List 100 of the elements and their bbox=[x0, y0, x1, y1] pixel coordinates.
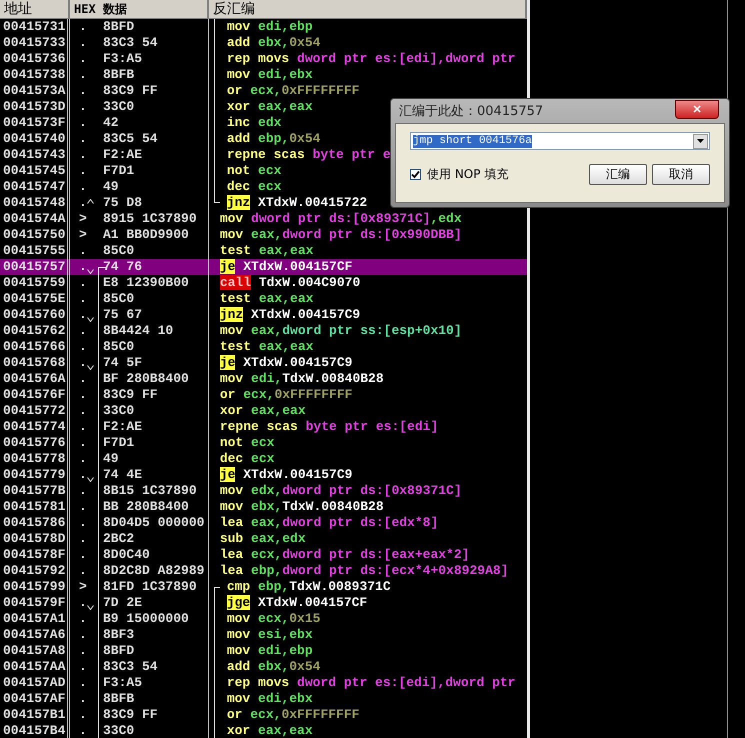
jump-mnemonic: jge bbox=[226, 595, 250, 610]
code-row[interactable]: 00415736 . F3:A5 rep movs dword ptr es:[edi],dword ptr bbox=[0, 51, 527, 67]
flow-mark: . bbox=[79, 99, 87, 115]
code-row[interactable]: 004157B4 . 33C0 xor eax,eax bbox=[0, 723, 527, 738]
mnemonic: xor bbox=[220, 403, 244, 418]
mnemonic: sub bbox=[220, 531, 244, 546]
hex-cell: A1 BB0D9900 bbox=[100, 227, 209, 243]
code-row[interactable]: 00415772 . 33C0 xor eax,eax bbox=[0, 403, 527, 419]
dropdown-button[interactable] bbox=[693, 134, 708, 148]
code-row[interactable]: 00415792 . 8D2C8D A82989 lea ebp,dword ptr ds:[ecx*4+0x8929A8] bbox=[0, 563, 527, 579]
address-cell: 004157A8 bbox=[0, 643, 70, 659]
code-row[interactable]: 00415750 > A1 BB0D9900 mov eax,dword ptr ds:[0x990DBB] bbox=[0, 227, 527, 243]
register-operand: ecx, bbox=[258, 611, 290, 626]
code-row[interactable]: 00415731 . 8BFD mov edi,ebp bbox=[0, 19, 527, 35]
code-row[interactable]: 004157AF . 8BFB mov edi,ebx bbox=[0, 691, 527, 707]
code-row[interactable]: 004157AD . F3:A5 rep movs dword ptr es:[edi],dword ptr bbox=[0, 675, 527, 691]
flow-mark: . bbox=[79, 643, 87, 659]
code-row[interactable]: 0041578F . 8D0C40 lea ecx,dword ptr ds:[eax+eax*2] bbox=[0, 547, 527, 563]
code-row[interactable]: 00415743 . F2:AE repne scas byte ptr e bbox=[0, 147, 527, 163]
address-cell: 00415745 bbox=[0, 163, 70, 179]
register-operand: eax,eax bbox=[258, 243, 314, 258]
column-header[interactable]: 地址 bbox=[0, 0, 70, 18]
register-operand: ebp, bbox=[251, 563, 282, 578]
code-row[interactable]: 004157A1 . B9 15000000 mov ecx,0x15 bbox=[0, 611, 527, 627]
flow-mark: . bbox=[79, 483, 87, 499]
hex-cell: 33C0 bbox=[100, 99, 209, 115]
mnemonic: or bbox=[220, 387, 236, 402]
symbol-operand: TdxW.004C9070 bbox=[258, 275, 360, 290]
address-cell: 00415740 bbox=[0, 131, 70, 147]
checkbox[interactable] bbox=[410, 169, 421, 180]
code-row[interactable]: 004157A8 . 8BFD mov edi,ebp bbox=[0, 643, 527, 659]
mnemonic: repne scas bbox=[220, 419, 298, 434]
code-row[interactable]: 0041573A . 83C9 FF or ecx,0xFFFFFFFF bbox=[0, 83, 527, 99]
code-row[interactable]: 00415768 . 74 5F je XTdxW.004157C9 bbox=[0, 355, 527, 371]
code-row[interactable]: 0041574A > 8915 1C37890 mov dword ptr ds:[0x89371C],edx bbox=[0, 211, 527, 227]
code-row[interactable]: 004157B1 . 83C9 FF or ecx,0xFFFFFFFF bbox=[0, 707, 527, 723]
mnemonic: mov bbox=[226, 627, 250, 642]
code-row[interactable]: 0041575E . 85C0 test eax,eax bbox=[0, 291, 527, 307]
code-row[interactable]: 00415733 . 83C3 54 add ebx,0x54 bbox=[0, 35, 527, 51]
hex-cell: F3:A5 bbox=[100, 51, 209, 67]
code-row[interactable]: 00415781 . BB 280B8400 mov ebx,TdxW.00840B28 bbox=[0, 499, 527, 515]
code-row[interactable]: 00415762 . 8B4424 10 mov eax,dword ptr ss:[esp+0x10] bbox=[0, 323, 527, 339]
hex-cell: 2BC2 bbox=[100, 531, 209, 547]
code-row[interactable]: 00415774 . F2:AE repne scas byte ptr es:[edi] bbox=[0, 419, 527, 435]
mnemonic: mov bbox=[226, 67, 250, 82]
immediate-operand: 0xFFFFFFFF bbox=[281, 83, 360, 98]
memory-operand: dword ptr es:[edi],dword ptr bbox=[297, 675, 516, 690]
mnemonic: or bbox=[226, 707, 242, 722]
symbol-operand: XTdxW.004157C9 bbox=[243, 355, 352, 370]
hex-cell: 8D04D5 000000 bbox=[100, 515, 209, 531]
dialog-button[interactable]: 汇编 bbox=[589, 164, 647, 185]
code-row[interactable]: 004157A6 . 8BF3 mov esi,ebx bbox=[0, 627, 527, 643]
address-cell: 00415738 bbox=[0, 67, 70, 83]
address-cell: 00415778 bbox=[0, 451, 70, 467]
close-button[interactable]: ✕ bbox=[675, 100, 719, 118]
hex-cell: BF 280B8400 bbox=[100, 371, 209, 387]
address-cell: 004157A6 bbox=[0, 627, 70, 643]
code-row[interactable]: 00415766 . 85C0 test eax,eax bbox=[0, 339, 527, 355]
code-row[interactable]: 0041578D . 2BC2 sub eax,edx bbox=[0, 531, 527, 547]
code-row[interactable]: 00415778 . 49 dec ecx bbox=[0, 451, 527, 467]
dialog-button[interactable]: 取消 bbox=[652, 164, 710, 185]
hex-cell: 42 bbox=[100, 115, 209, 131]
jump-mnemonic: jnz bbox=[226, 195, 250, 210]
register-operand: eax, bbox=[251, 323, 282, 338]
hex-cell: 8D0C40 bbox=[100, 547, 209, 563]
code-row[interactable]: 00415757 . 74 76 je XTdxW.004157CF bbox=[0, 259, 527, 275]
address-cell: 004157B1 bbox=[0, 707, 70, 723]
code-row[interactable]: 00415799 > 81FD 1C37890 cmp ebp,TdxW.0089371C bbox=[0, 579, 527, 595]
flow-mark: . bbox=[79, 243, 87, 259]
address-cell: 00415799 bbox=[0, 579, 70, 595]
mnemonic: mov bbox=[220, 211, 244, 226]
code-row[interactable]: 004157AA . 83C3 54 add ebx,0x54 bbox=[0, 659, 527, 675]
address-cell: 0041576A bbox=[0, 371, 70, 387]
code-row[interactable]: 00415738 . 8BFB mov edi,ebx bbox=[0, 67, 527, 83]
address-cell: 00415774 bbox=[0, 419, 70, 435]
code-row[interactable]: 0041576F . 83C9 FF or ecx,0xFFFFFFFF bbox=[0, 387, 527, 403]
hex-cell: 8BF3 bbox=[100, 627, 209, 643]
code-row[interactable]: 0041576A . BF 280B8400 mov edi,TdxW.00840B28 bbox=[0, 371, 527, 387]
flow-mark: . bbox=[79, 67, 87, 83]
code-row[interactable]: 00415760 . 75 67 jnz XTdxW.004157C9 bbox=[0, 307, 527, 323]
code-row[interactable]: 00415759 . E8 12390B00 call TdxW.004C9070 bbox=[0, 275, 527, 291]
code-row[interactable]: 00415786 . 8D04D5 000000 lea eax,dword ptr ds:[edx*8] bbox=[0, 515, 527, 531]
address-cell: 00415760 bbox=[0, 307, 70, 323]
code-row[interactable]: 0041579F . 7D 2E jge XTdxW.004157CF bbox=[0, 595, 527, 611]
mnemonic: mov bbox=[220, 483, 244, 498]
code-row[interactable]: 0041577B . 8B15 1C37890 mov edx,dword ptr ds:[0x89371C] bbox=[0, 483, 527, 499]
mnemonic: rep movs bbox=[226, 51, 290, 66]
address-cell: 0041579F bbox=[0, 595, 70, 611]
hex-cell: F2:AE bbox=[100, 147, 209, 163]
hex-cell: 74 5F bbox=[100, 355, 209, 371]
register-operand: ebx, bbox=[251, 499, 282, 514]
code-row[interactable]: 00415779 . 74 4E je XTdxW.004157C9 bbox=[0, 467, 527, 483]
code-row[interactable]: 00415776 . F7D1 not ecx bbox=[0, 435, 527, 451]
column-header[interactable]: HEX 数据 bbox=[70, 0, 209, 18]
command-combo-field[interactable]: jmp short 0041576a bbox=[410, 132, 710, 150]
address-cell: 00415786 bbox=[0, 515, 70, 531]
immediate-operand: 0x54 bbox=[289, 131, 320, 146]
code-row[interactable]: 00415748 . 75 D8 jnz XTdxW.00415722 bbox=[0, 195, 527, 211]
address-cell: 00415743 bbox=[0, 147, 70, 163]
hex-cell: 85C0 bbox=[100, 291, 209, 307]
